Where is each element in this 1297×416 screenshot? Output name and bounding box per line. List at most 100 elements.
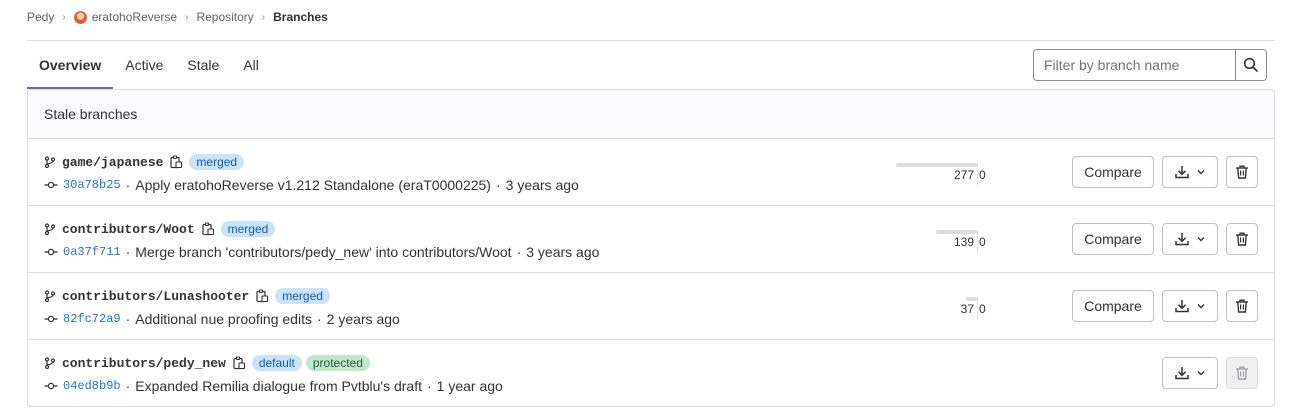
tab-overview[interactable]: Overview bbox=[27, 41, 114, 89]
branch-badges: merged bbox=[275, 288, 330, 304]
commit-separator: · bbox=[316, 311, 322, 327]
branch-name-link[interactable]: contributors/Woot bbox=[62, 222, 195, 237]
divergence-separator bbox=[977, 230, 978, 252]
branch-name-link[interactable]: contributors/Lunashooter bbox=[62, 289, 249, 304]
default-badge: default bbox=[251, 355, 302, 371]
merged-badge: merged bbox=[275, 288, 330, 304]
trash-icon bbox=[1236, 366, 1248, 380]
branch-tabs: Overview Active Stale All bbox=[27, 41, 271, 89]
panel-title: Stale branches bbox=[28, 90, 1274, 139]
ahead-count: 0 bbox=[979, 235, 986, 249]
commit-message: Merge branch 'contributors/pedy_new' int… bbox=[135, 244, 512, 260]
breadcrumb-item-branches[interactable]: Branches bbox=[273, 10, 328, 24]
branch-row: game/japanese merged 30a78b25 · Apply er… bbox=[28, 139, 1274, 206]
merged-badge: merged bbox=[189, 154, 245, 170]
download-dropdown-button[interactable] bbox=[1162, 156, 1218, 188]
commit-separator: · bbox=[516, 244, 522, 260]
breadcrumb-item-repository[interactable]: Repository bbox=[196, 10, 253, 24]
chevron-down-icon bbox=[1197, 371, 1205, 376]
ahead-count: 0 bbox=[979, 302, 986, 316]
download-dropdown-button[interactable] bbox=[1162, 223, 1218, 255]
divergence-graph: 139 0 bbox=[896, 222, 1016, 256]
branch-actions: Compare bbox=[1072, 223, 1258, 255]
branch-badges: merged bbox=[189, 154, 245, 170]
branch-badges: merged bbox=[220, 221, 276, 237]
branch-title-line: contributors/pedy_new default protected bbox=[44, 355, 370, 371]
commit-line: 0a37f711 · Merge branch 'contributors/pe… bbox=[44, 244, 599, 260]
commit-message: Apply eratohoReverse v1.212 Standalone (… bbox=[135, 177, 491, 193]
download-dropdown-button[interactable] bbox=[1162, 290, 1218, 322]
commit-separator: · bbox=[495, 177, 501, 193]
filter-input[interactable] bbox=[1034, 50, 1235, 80]
commit-time: 3 years ago bbox=[505, 177, 579, 193]
merged-badge: merged bbox=[220, 221, 276, 237]
commit-separator: · bbox=[125, 311, 131, 327]
download-icon bbox=[1175, 300, 1189, 313]
breadcrumb: Pedy › eratohoReverse › Repository › Bra… bbox=[27, 9, 328, 25]
delete-branch-button[interactable] bbox=[1226, 290, 1258, 322]
stale-branches-panel: Stale branches game/japanese merged 30a7… bbox=[27, 89, 1275, 407]
commit-line: 30a78b25 · Apply eratohoReverse v1.212 S… bbox=[44, 177, 579, 193]
breadcrumb-item-project[interactable]: eratohoReverse bbox=[92, 10, 177, 24]
download-icon bbox=[1175, 367, 1189, 380]
ahead-count: 0 bbox=[979, 168, 986, 182]
copy-icon[interactable] bbox=[232, 356, 246, 370]
commit-separator: · bbox=[125, 177, 131, 193]
commit-sha-link[interactable]: 82fc72a9 bbox=[63, 312, 121, 326]
behind-bar bbox=[896, 163, 977, 167]
chevron-right-icon: › bbox=[261, 11, 266, 23]
copy-icon[interactable] bbox=[255, 289, 269, 303]
commit-sha-link[interactable]: 30a78b25 bbox=[63, 178, 121, 192]
branch-row: contributors/Lunashooter merged 82fc72a9… bbox=[28, 273, 1274, 340]
branch-name-link[interactable]: contributors/pedy_new bbox=[62, 356, 226, 371]
tab-all[interactable]: All bbox=[231, 41, 271, 89]
download-icon bbox=[1175, 233, 1189, 246]
trash-icon bbox=[1236, 299, 1248, 313]
compare-button[interactable]: Compare bbox=[1072, 223, 1154, 255]
project-avatar bbox=[73, 10, 87, 24]
commit-separator: · bbox=[125, 378, 131, 394]
commit-icon bbox=[44, 247, 58, 257]
branch-name-link[interactable]: game/japanese bbox=[62, 155, 163, 170]
protected-badge: protected bbox=[305, 355, 370, 371]
commit-message: Expanded Remilia dialogue from Pvtblu's … bbox=[135, 378, 422, 394]
tab-active[interactable]: Active bbox=[113, 41, 175, 89]
branch-actions bbox=[1162, 357, 1258, 389]
branch-filter bbox=[1033, 49, 1267, 81]
download-icon bbox=[1175, 166, 1189, 179]
branch-title-line: contributors/Lunashooter merged bbox=[44, 288, 330, 304]
commit-sha-link[interactable]: 0a37f711 bbox=[63, 245, 121, 259]
commit-sha-link[interactable]: 04ed8b9b bbox=[63, 379, 121, 393]
branch-actions: Compare bbox=[1072, 156, 1258, 188]
tab-stale[interactable]: Stale bbox=[175, 41, 231, 89]
divergence-graph: 277 0 bbox=[896, 155, 1016, 189]
commit-icon bbox=[44, 180, 58, 190]
compare-button[interactable]: Compare bbox=[1072, 290, 1154, 322]
chevron-right-icon: › bbox=[185, 11, 189, 23]
behind-count: 139 bbox=[953, 235, 974, 249]
search-icon bbox=[1243, 57, 1258, 72]
branch-title-line: game/japanese merged bbox=[44, 154, 245, 170]
branch-row: contributors/Woot merged 0a37f711 · Merg… bbox=[28, 206, 1274, 273]
copy-icon[interactable] bbox=[169, 155, 183, 169]
commit-time: 2 years ago bbox=[326, 311, 400, 327]
branch-actions: Compare bbox=[1072, 290, 1258, 322]
divergence-separator bbox=[977, 297, 978, 319]
commit-line: 82fc72a9 · Additional nue proofing edits… bbox=[44, 311, 400, 327]
copy-icon[interactable] bbox=[201, 222, 215, 236]
divergence-separator bbox=[977, 163, 978, 185]
delete-branch-button[interactable] bbox=[1226, 223, 1258, 255]
delete-branch-button bbox=[1226, 357, 1258, 389]
search-button[interactable] bbox=[1235, 50, 1266, 80]
compare-button[interactable]: Compare bbox=[1072, 156, 1154, 188]
branch-icon bbox=[44, 156, 56, 168]
download-dropdown-button[interactable] bbox=[1162, 357, 1218, 389]
behind-count: 37 bbox=[960, 302, 974, 316]
chevron-down-icon bbox=[1197, 170, 1205, 175]
delete-branch-button[interactable] bbox=[1226, 156, 1258, 188]
trash-icon bbox=[1236, 165, 1248, 179]
commit-message: Additional nue proofing edits bbox=[135, 311, 312, 327]
branch-badges: default protected bbox=[251, 355, 370, 371]
commit-separator: · bbox=[125, 244, 131, 260]
breadcrumb-item-group[interactable]: Pedy bbox=[27, 10, 54, 24]
